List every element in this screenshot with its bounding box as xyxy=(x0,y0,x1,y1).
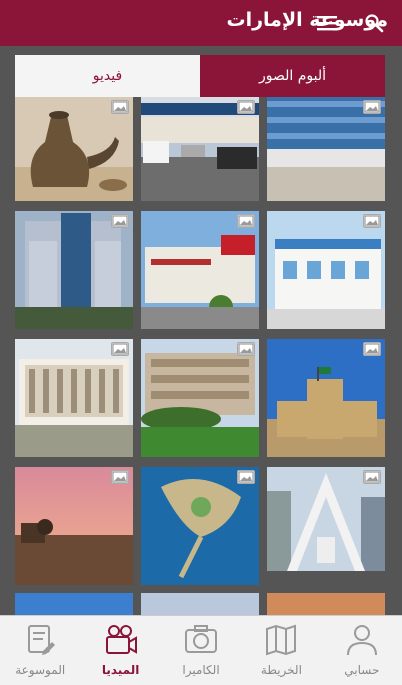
gallery-item[interactable] xyxy=(141,339,259,457)
image-icon xyxy=(111,214,129,228)
document-edit-icon xyxy=(28,625,56,655)
tab-photo-album-label: ألبوم الصور xyxy=(258,68,327,84)
bottom-navigation: الموسوعة الميديا الكاميرا الخريطة حسابي xyxy=(0,615,402,685)
nav-account-label: حسابي xyxy=(344,663,380,677)
image-icon xyxy=(111,100,129,114)
medicare-hospital-image xyxy=(141,211,259,329)
gallery-item[interactable] xyxy=(267,211,385,329)
image-icon xyxy=(111,342,129,356)
tab-video[interactable]: فيديو xyxy=(15,55,200,97)
image-icon xyxy=(363,470,381,484)
nav-media-label: الميديا xyxy=(101,663,140,677)
gallery-item[interactable] xyxy=(15,593,133,615)
medical-center-image xyxy=(267,211,385,329)
image-icon xyxy=(237,470,255,484)
gallery-item[interactable] xyxy=(267,593,385,615)
gallery-item[interactable] xyxy=(15,339,133,457)
gallery-item[interactable] xyxy=(141,97,259,201)
specialty-hospital-image xyxy=(141,339,259,457)
gallery-item[interactable] xyxy=(141,467,259,585)
nav-encyclopedia[interactable]: الموسوعة xyxy=(0,616,80,685)
gallery-item[interactable] xyxy=(15,97,133,201)
nav-map[interactable]: الخريطة xyxy=(241,616,321,685)
hamburger-menu-icon[interactable] xyxy=(316,14,338,32)
tab-photo-album[interactable]: ألبوم الصور xyxy=(200,55,385,97)
nav-media[interactable]: الميديا xyxy=(80,616,160,685)
nav-camera[interactable]: الكاميرا xyxy=(161,616,241,685)
khalifa-hospital-image xyxy=(15,339,133,457)
gallery-item[interactable] xyxy=(141,211,259,329)
nav-encyclopedia-label: الموسوعة xyxy=(15,663,66,677)
image-icon xyxy=(363,342,381,356)
gallery-item[interactable] xyxy=(267,467,385,585)
media-tabs: فيديو ألبوم الصور xyxy=(15,55,385,97)
nav-map-label: الخريطة xyxy=(260,663,302,677)
palm-island-image xyxy=(141,467,259,585)
gallery-item[interactable] xyxy=(267,339,385,457)
historic-fort-image xyxy=(267,339,385,457)
image-icon xyxy=(237,214,255,228)
map-icon xyxy=(266,624,297,656)
app-header: موسوعة الإمارات xyxy=(0,0,402,46)
nav-camera-label: الكاميرا xyxy=(182,663,220,677)
tall-hospital-image xyxy=(15,211,133,329)
image-icon xyxy=(237,342,255,356)
photo-grid xyxy=(0,97,402,615)
sunset-image xyxy=(15,467,133,585)
nav-account[interactable]: حسابي xyxy=(322,616,402,685)
gallery-item[interactable] xyxy=(141,593,259,615)
image-icon xyxy=(111,470,129,484)
tab-video-label: فيديو xyxy=(92,68,123,84)
gallery-item[interactable] xyxy=(15,467,133,585)
clocktower-image xyxy=(267,467,385,585)
gallery-item[interactable] xyxy=(267,97,385,201)
image-icon xyxy=(237,100,255,114)
image-icon xyxy=(363,214,381,228)
user-icon xyxy=(346,625,377,656)
video-camera-icon xyxy=(105,625,137,654)
image-icon xyxy=(363,100,381,114)
gallery-item[interactable] xyxy=(15,211,133,329)
camera-icon xyxy=(185,625,218,653)
search-icon[interactable] xyxy=(364,13,384,33)
